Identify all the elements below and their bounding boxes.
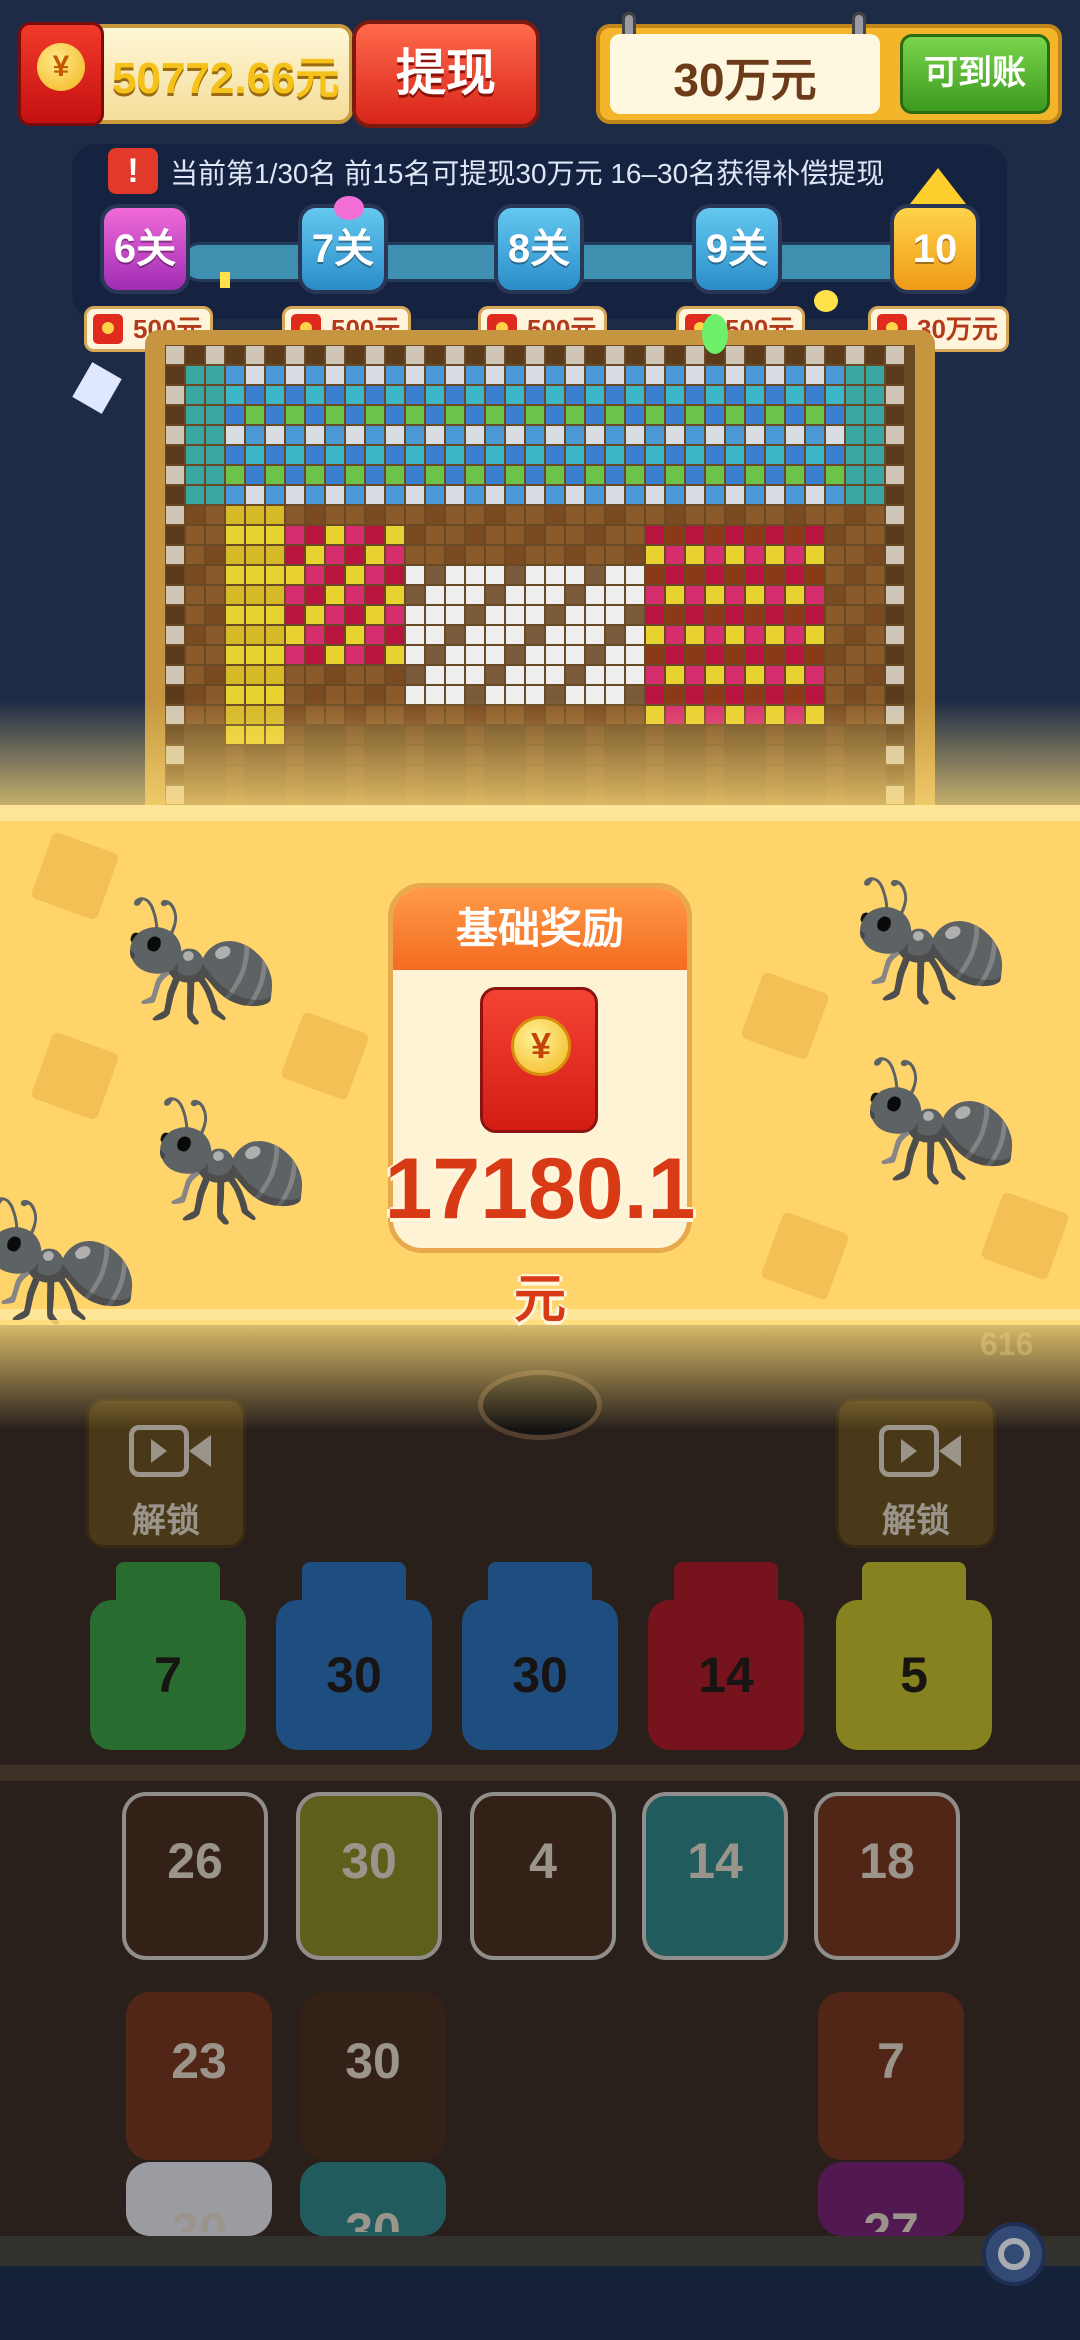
ant-icon: 🐜 <box>150 1084 312 1230</box>
cube-icon <box>740 971 830 1061</box>
ant-icon: 🐜 <box>860 1044 1022 1190</box>
withdraw-button[interactable]: 提现 <box>352 20 540 128</box>
goal-claim-button[interactable]: 可到账 <box>900 34 1050 114</box>
confetti <box>220 272 230 288</box>
cube-icon <box>760 1211 850 1301</box>
rank-notice: 当前第1/30名 前15名可提现30万元 16–30名获得补偿提现 <box>170 158 885 189</box>
reward-title: 基础奖励 <box>393 888 687 970</box>
yuan-coin-icon: ¥ <box>511 1016 571 1076</box>
red-packet-icon: ¥ <box>480 987 598 1133</box>
confetti <box>702 314 728 354</box>
reward-amount: 17180.1元 <box>384 1141 696 1329</box>
level-node-9: 9关 <box>692 204 782 294</box>
balance-amount: 50772.66元 <box>112 54 340 103</box>
cube-icon <box>30 831 120 921</box>
warning-icon: ! <box>108 148 158 194</box>
ant-icon: 🐜 <box>120 884 282 1030</box>
confetti <box>814 290 838 312</box>
dim-overlay <box>0 1330 1080 2340</box>
cube-icon <box>30 1031 120 1121</box>
ant-icon: 🐜 <box>0 1184 142 1330</box>
red-packet-icon: ¥ <box>18 22 104 126</box>
red-packet-icon <box>93 314 123 344</box>
confetti <box>334 196 364 220</box>
level-node-8: 8关 <box>494 204 584 294</box>
level-node-10: 10关 <box>890 204 980 353</box>
banner-glow <box>0 700 1080 820</box>
crown-icon <box>910 168 966 204</box>
ant-icon: 🐜 <box>850 864 1012 1010</box>
cube-icon <box>980 1191 1070 1281</box>
goal-amount: 30万元 <box>673 54 817 106</box>
confetti <box>72 362 122 414</box>
level-node-6: 6关 <box>100 204 190 294</box>
